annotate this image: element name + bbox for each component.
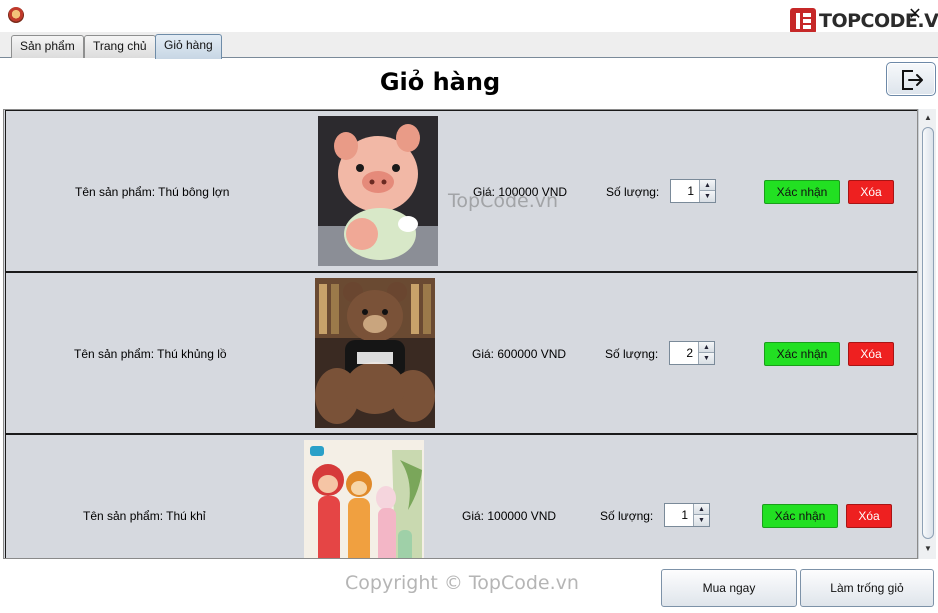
logout-icon bbox=[902, 70, 923, 90]
stepper-arrows: ▲ ▼ bbox=[699, 180, 715, 202]
scroll-down-arrow-icon[interactable]: ▼ bbox=[921, 542, 935, 556]
tab-home[interactable]: Trang chủ bbox=[84, 35, 156, 58]
cart-list[interactable]: Tên sản phẩm: Thú bông lợn Giá: 100000 V… bbox=[3, 109, 918, 559]
cart-item-row: Tên sản phẩm: Thú khỉ Giá: 100000 VND Số… bbox=[5, 434, 917, 558]
delete-button[interactable]: Xóa bbox=[848, 180, 894, 204]
logout-button[interactable] bbox=[886, 62, 936, 96]
increment-arrow-icon[interactable]: ▲ bbox=[700, 180, 715, 191]
quantity-stepper[interactable]: 1 ▲ ▼ bbox=[664, 503, 710, 527]
confirm-button[interactable]: Xác nhận bbox=[764, 180, 840, 204]
product-image-monkey bbox=[304, 440, 424, 558]
quantity-label: Số lượng: bbox=[605, 347, 659, 361]
quantity-value[interactable]: 2 bbox=[670, 342, 699, 364]
app-icon bbox=[8, 7, 24, 23]
quantity-label: Số lượng: bbox=[600, 509, 654, 523]
tab-cart[interactable]: Giỏ hàng bbox=[155, 34, 222, 59]
quantity-label: Số lượng: bbox=[606, 185, 660, 199]
increment-arrow-icon[interactable]: ▲ bbox=[694, 504, 709, 515]
product-name: Tên sản phẩm: Thú khỉ bbox=[83, 509, 206, 523]
scrollbar-thumb[interactable] bbox=[922, 127, 934, 539]
product-name: Tên sản phẩm: Thú bông lợn bbox=[75, 185, 230, 199]
product-name: Tên sản phẩm: Thú khủng lồ bbox=[74, 347, 227, 361]
scroll-up-arrow-icon[interactable]: ▲ bbox=[921, 111, 935, 125]
clear-cart-button[interactable]: Làm trống giỏ bbox=[800, 569, 934, 607]
product-image-pig bbox=[318, 116, 438, 266]
stepper-arrows: ▲ ▼ bbox=[698, 342, 714, 364]
tab-strip: Sản phẩm Trang chủ Giỏ hàng bbox=[0, 32, 938, 59]
quantity-value[interactable]: 1 bbox=[671, 180, 700, 202]
delete-button[interactable]: Xóa bbox=[848, 342, 894, 366]
decrement-arrow-icon[interactable]: ▼ bbox=[700, 191, 715, 202]
product-image-bear bbox=[315, 278, 435, 428]
cart-item-row: Tên sản phẩm: Thú khủng lồ Giá: 600000 V… bbox=[5, 272, 917, 434]
tab-products[interactable]: Sản phẩm bbox=[11, 35, 84, 58]
decrement-arrow-icon[interactable]: ▼ bbox=[699, 353, 714, 364]
stepper-arrows: ▲ ▼ bbox=[693, 504, 709, 526]
product-price: Giá: 100000 VND bbox=[462, 509, 557, 523]
increment-arrow-icon[interactable]: ▲ bbox=[699, 342, 714, 353]
buy-now-button[interactable]: Mua ngay bbox=[661, 569, 797, 607]
quantity-stepper[interactable]: 1 ▲ ▼ bbox=[670, 179, 716, 203]
vertical-scrollbar[interactable]: ▲ ▼ bbox=[918, 109, 936, 559]
title-bar: TOPCODE.VN ✕ bbox=[0, 0, 938, 34]
topcode-logo-icon bbox=[790, 8, 816, 34]
watermark-center: TopCode.vn bbox=[448, 190, 559, 212]
close-window-button[interactable]: ✕ bbox=[903, 5, 927, 25]
product-price: Giá: 600000 VND bbox=[472, 347, 567, 361]
decrement-arrow-icon[interactable]: ▼ bbox=[694, 515, 709, 526]
quantity-value[interactable]: 1 bbox=[665, 504, 694, 526]
page-title: Giỏ hàng bbox=[379, 68, 501, 96]
confirm-button[interactable]: Xác nhận bbox=[762, 504, 838, 528]
delete-button[interactable]: Xóa bbox=[846, 504, 892, 528]
quantity-stepper[interactable]: 2 ▲ ▼ bbox=[669, 341, 715, 365]
watermark-footer: Copyright © TopCode.vn bbox=[345, 572, 579, 594]
confirm-button[interactable]: Xác nhận bbox=[764, 342, 840, 366]
